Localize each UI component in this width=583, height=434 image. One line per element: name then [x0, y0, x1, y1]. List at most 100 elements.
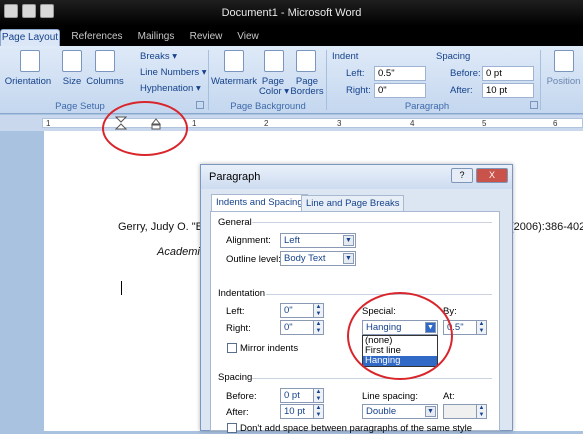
line-spacing-select[interactable]: Double ▼	[362, 404, 438, 419]
chevron-down-icon[interactable]: ▼	[343, 235, 354, 246]
indent-right-label: Right:	[346, 85, 371, 96]
columns-icon[interactable]	[95, 50, 115, 72]
citation-line-2: Academic	[157, 246, 206, 258]
spacing-after-label: After:	[226, 407, 249, 418]
line-spacing-value: Double	[366, 406, 397, 417]
hanging-indent-marker-icon[interactable]	[151, 118, 161, 130]
indent-left-input[interactable]: 0.5"	[374, 66, 426, 81]
tab-mailings[interactable]: Mailings	[132, 29, 180, 46]
text-cursor	[121, 281, 122, 295]
ruler-tick: 4	[410, 119, 415, 128]
page-borders-label-2[interactable]: Borders	[288, 87, 326, 97]
indent-right-input[interactable]: 0"	[374, 83, 426, 98]
spin-arrows-icon[interactable]: ▲ ▼	[476, 404, 487, 419]
indent-marker-icon[interactable]	[115, 116, 127, 130]
position-icon[interactable]	[554, 50, 574, 72]
page-borders-icon[interactable]	[296, 50, 316, 72]
window-title: Document1 - Microsoft Word	[221, 7, 362, 19]
indentation-header: Indentation	[218, 288, 266, 299]
spacing-before-label: Before:	[226, 391, 257, 402]
ribbon: Orientation Size Columns Breaks ▾ Line N…	[0, 46, 583, 114]
alignment-value: Left	[284, 235, 300, 246]
page-color-icon[interactable]	[264, 50, 284, 72]
columns-button[interactable]: Columns	[86, 77, 124, 87]
outline-level-label: Outline level:	[226, 254, 281, 265]
dont-add-space-label: Don't add space between paragraphs of th…	[240, 423, 473, 434]
page-setup-group-label: Page Setup	[55, 101, 105, 112]
orientation-icon[interactable]	[20, 50, 40, 72]
spin-arrows-icon[interactable]: ▲ ▼	[313, 388, 324, 403]
hyphenation-button[interactable]: Hyphenation ▾	[140, 83, 201, 94]
tab-indents-and-spacing[interactable]: Indents and Spacing	[211, 194, 308, 212]
horizontal-ruler[interactable]: 1 1 2 3 4 5 6	[0, 115, 583, 131]
spin-arrows-icon[interactable]: ▲ ▼	[476, 320, 487, 335]
tab-review[interactable]: Review	[186, 29, 226, 46]
mirror-indents-label: Mirror indents	[240, 343, 299, 354]
line-numbers-button[interactable]: Line Numbers ▾	[140, 67, 207, 78]
tab-references[interactable]: References	[66, 29, 128, 46]
indent-header: Indent	[332, 51, 359, 62]
page-setup-launcher-icon[interactable]	[196, 101, 204, 109]
spacing-after-input[interactable]: 10 pt	[280, 404, 314, 419]
divider	[252, 378, 492, 379]
spacing-after-label: After:	[450, 85, 473, 96]
citation-line-1-right: (2006):386-402.	[510, 221, 583, 233]
special-select[interactable]: Hanging ▼	[362, 320, 438, 335]
indent-left-label: Left:	[346, 68, 365, 79]
paragraph-group-label: Paragraph	[404, 101, 450, 112]
divider	[326, 50, 327, 110]
indent-right-input[interactable]: 0"	[280, 320, 314, 335]
watermark-icon[interactable]	[224, 50, 244, 72]
dont-add-space-checkbox[interactable]	[227, 423, 237, 433]
spacing-header: Spacing	[436, 51, 471, 62]
paragraph-launcher-icon[interactable]	[530, 101, 538, 109]
spacing-after-input[interactable]: 10 pt	[482, 83, 534, 98]
close-button[interactable]: X	[476, 168, 508, 183]
spin-arrows-icon[interactable]: ▲ ▼	[313, 404, 324, 419]
dropdown-option-hanging[interactable]: Hanging	[363, 356, 437, 366]
outline-level-value: Body Text	[284, 253, 326, 264]
orientation-button[interactable]: Orientation	[0, 77, 56, 87]
ruler-tick: 1	[46, 119, 51, 128]
tab-page-layout[interactable]: Page Layout	[0, 29, 60, 46]
alignment-label: Alignment:	[226, 235, 271, 246]
ribbon-tabs: Page Layout References Mailings Review V…	[0, 26, 583, 46]
chevron-down-icon[interactable]: ▼	[425, 406, 436, 417]
tab-view[interactable]: View	[232, 29, 264, 46]
chevron-down-icon[interactable]: ▼	[425, 322, 436, 333]
at-label: At:	[443, 391, 455, 402]
special-dropdown-list[interactable]: (none) First line Hanging	[362, 335, 438, 367]
spacing-before-label: Before:	[450, 68, 481, 79]
spacing-before-input[interactable]: 0 pt	[280, 388, 314, 403]
alignment-select[interactable]: Left ▼	[280, 233, 356, 248]
spacing-header: Spacing	[218, 372, 253, 383]
by-input[interactable]: 0.5"	[443, 320, 477, 335]
special-value: Hanging	[366, 322, 402, 333]
citation-line-1-left: Gerry, Judy O. "Ba	[118, 221, 210, 233]
title-bar: Document1 - Microsoft Word	[0, 0, 583, 26]
watermark-button[interactable]: Watermark	[210, 77, 258, 87]
line-spacing-label: Line spacing:	[362, 391, 418, 402]
page-color-label-2[interactable]: Color ▾	[256, 87, 292, 97]
indent-right-label: Right:	[226, 323, 251, 334]
by-label: By:	[443, 306, 457, 317]
outline-level-select[interactable]: Body Text ▼	[280, 251, 356, 266]
size-icon[interactable]	[62, 50, 82, 72]
spin-arrows-icon[interactable]: ▲ ▼	[313, 303, 324, 318]
mirror-indents-checkbox[interactable]	[227, 343, 237, 353]
help-button[interactable]: ?	[451, 168, 473, 183]
position-button[interactable]: Position	[544, 77, 583, 87]
general-header: General	[218, 217, 252, 228]
spacing-before-input[interactable]: 0 pt	[482, 66, 534, 81]
spin-arrows-icon[interactable]: ▲ ▼	[313, 320, 324, 335]
tab-line-and-page-breaks[interactable]: Line and Page Breaks	[301, 195, 405, 212]
special-label: Special:	[362, 306, 396, 317]
breaks-button[interactable]: Breaks ▾	[140, 51, 177, 62]
divider	[208, 50, 209, 110]
indent-left-input[interactable]: 0"	[280, 303, 314, 318]
page-background-group-label: Page Background	[230, 101, 306, 112]
at-input[interactable]	[443, 404, 477, 419]
chevron-down-icon[interactable]: ▼	[343, 253, 354, 264]
divider	[252, 222, 492, 223]
size-button[interactable]: Size	[58, 77, 86, 87]
